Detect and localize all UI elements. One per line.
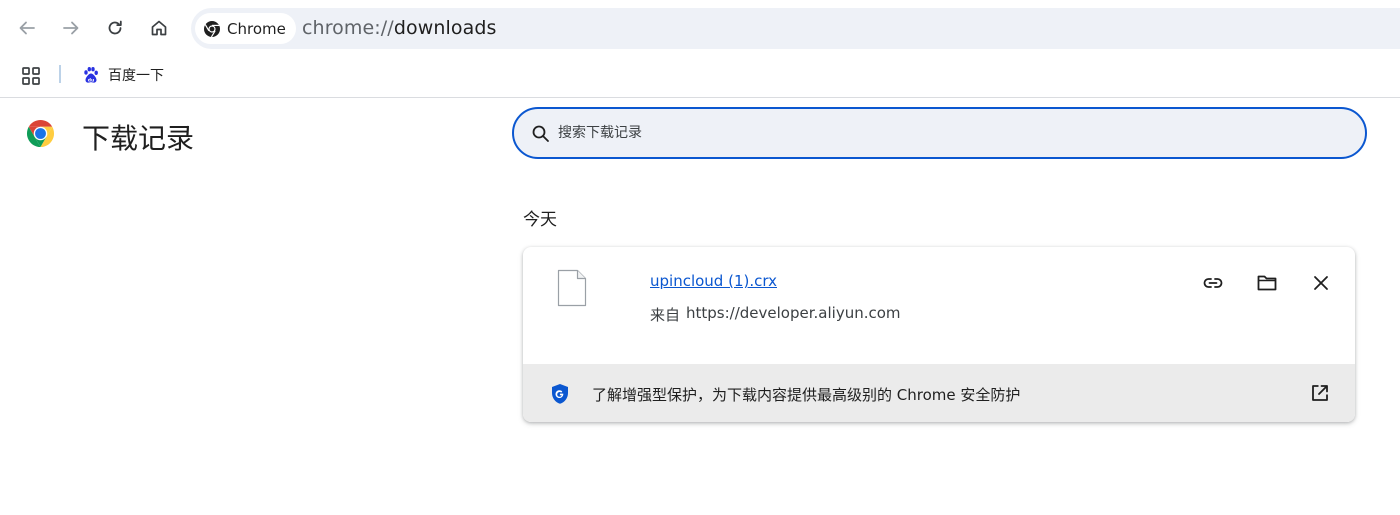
remove-icon bbox=[1314, 276, 1328, 290]
chrome-chip-icon bbox=[204, 20, 220, 37]
download-item: upincloud (1).crx 来自 https://developer.a… bbox=[523, 247, 1355, 422]
source-prefix: 来自 bbox=[650, 306, 681, 324]
baidu-paw-icon: du bbox=[84, 67, 98, 84]
bookmark-label: 百度一下 bbox=[108, 68, 164, 84]
url-path: downloads bbox=[393, 17, 497, 39]
forward-button[interactable] bbox=[53, 10, 89, 46]
open-in-new-icon bbox=[1312, 385, 1328, 401]
apps-grid-icon bbox=[22, 67, 40, 85]
section-date-label: 今天 bbox=[523, 210, 557, 230]
show-in-folder-button[interactable] bbox=[1251, 267, 1283, 299]
browser-toolbar: Chrome chrome://downloads bbox=[0, 0, 1400, 56]
address-bar[interactable]: Chrome chrome://downloads bbox=[191, 8, 1400, 49]
search-box[interactable] bbox=[512, 107, 1367, 159]
page-title: 下载记录 bbox=[82, 122, 195, 155]
search-input[interactable] bbox=[558, 119, 1338, 147]
chip-label: Chrome bbox=[227, 19, 286, 38]
home-button[interactable] bbox=[141, 10, 177, 46]
enhanced-protection-promo[interactable]: 了解增强型保护，为下载内容提供最高级别的 Chrome 安全防护 bbox=[523, 364, 1355, 422]
url-text[interactable]: chrome://downloads bbox=[302, 17, 497, 39]
apps-button[interactable] bbox=[19, 64, 43, 88]
bookmarks-bar: du 百度一下 bbox=[0, 56, 1400, 98]
svg-text:du: du bbox=[88, 78, 94, 84]
back-button[interactable] bbox=[9, 10, 45, 46]
file-name-link[interactable]: upincloud (1).crx bbox=[650, 272, 777, 290]
source-url: https://developer.aliyun.com bbox=[686, 304, 901, 322]
open-in-new-button[interactable] bbox=[1309, 382, 1331, 404]
promo-text[interactable]: 了解增强型保护，为下载内容提供最高级别的 Chrome 安全防护 bbox=[592, 384, 1020, 405]
file-icon bbox=[557, 269, 587, 307]
remove-button[interactable] bbox=[1305, 267, 1337, 299]
bookmarks-separator bbox=[59, 65, 61, 83]
copy-link-icon bbox=[1203, 278, 1223, 288]
copy-link-button[interactable] bbox=[1197, 267, 1229, 299]
show-in-folder-icon bbox=[1257, 275, 1277, 291]
site-info-chip[interactable]: Chrome bbox=[195, 13, 296, 44]
reload-button[interactable] bbox=[97, 10, 133, 46]
bookmark-baidu[interactable]: du 百度一下 bbox=[78, 62, 168, 88]
search-icon bbox=[532, 125, 549, 142]
url-scheme: chrome:// bbox=[302, 17, 394, 39]
shield-g-icon bbox=[552, 384, 568, 404]
arrow-left-icon bbox=[19, 21, 35, 35]
reload-icon bbox=[108, 20, 122, 35]
file-source: 来自 https://developer.aliyun.com bbox=[650, 304, 901, 325]
chrome-logo bbox=[26, 119, 55, 148]
arrow-right-icon bbox=[63, 21, 79, 35]
home-icon bbox=[151, 20, 167, 36]
